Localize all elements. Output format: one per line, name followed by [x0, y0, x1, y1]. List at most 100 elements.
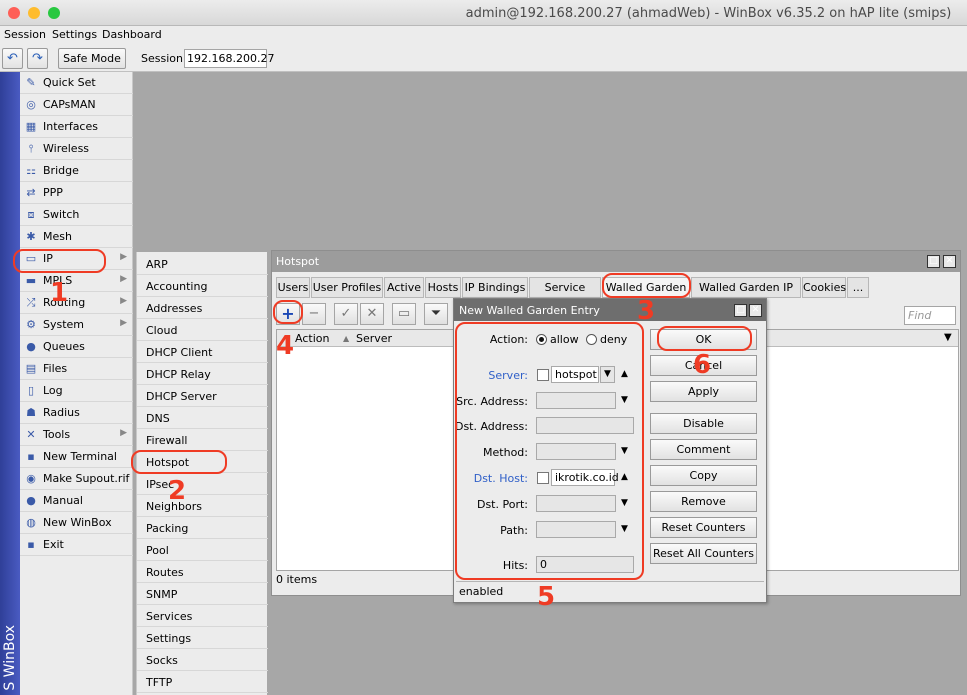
annotation-number-5: 5	[537, 582, 556, 612]
menu-item-radius[interactable]: ☗ Radius	[20, 402, 133, 424]
annotation-ring-hotspot	[131, 450, 227, 474]
capsman-icon: ◎	[26, 98, 36, 111]
annotation-ring-add	[273, 300, 303, 324]
submenu-item-dns[interactable]: DNS	[137, 407, 268, 429]
menu-item-quick-set[interactable]: ✎ Quick Set	[20, 72, 133, 94]
minimize-window-icon[interactable]	[28, 7, 40, 19]
tab-ip-bindings[interactable]: IP Bindings	[462, 277, 528, 298]
menu-item-interfaces[interactable]: ▦ Interfaces	[20, 116, 133, 138]
menu-item-mesh[interactable]: ✱ Mesh	[20, 226, 133, 248]
menu-item-bridge[interactable]: ⚏ Bridge	[20, 160, 133, 182]
tab-user-profiles[interactable]: User Profiles	[311, 277, 383, 298]
menu-item-make-supout-rif[interactable]: ◉ Make Supout.rif	[20, 468, 133, 490]
disable-button[interactable]: Disable	[650, 413, 757, 434]
close-window-icon[interactable]	[8, 7, 20, 19]
maximize-icon[interactable]: □	[927, 255, 940, 268]
session-field[interactable]: 192.168.200.27	[184, 49, 274, 68]
reset-counters-button[interactable]: Reset Counters	[650, 517, 757, 538]
menu-item-system[interactable]: ⚙ System ▶	[20, 314, 133, 336]
remove-button[interactable]: Remove	[650, 491, 757, 512]
sort-icon: ▲	[343, 334, 350, 343]
tab-cookies[interactable]: Cookies	[802, 277, 846, 298]
terminal-icon: ▪	[27, 450, 35, 463]
find-input[interactable]: Find	[904, 306, 956, 325]
menu-item-queues[interactable]: ● Queues	[20, 336, 133, 358]
menu-dashboard[interactable]: Dashboard	[102, 28, 162, 41]
safe-mode-button[interactable]: Safe Mode	[58, 48, 126, 69]
comment-icon[interactable]: ▭	[392, 303, 416, 325]
submenu-item-snmp[interactable]: SNMP	[137, 583, 268, 605]
submenu-item-services[interactable]: Services	[137, 605, 268, 627]
menu-item-log[interactable]: ▯ Log	[20, 380, 133, 402]
menu-item-wireless[interactable]: ⫯ Wireless	[20, 138, 133, 160]
dialog-title-bar[interactable]: New Walled Garden Entry □ ✕	[454, 299, 766, 321]
menu-item-label: Queues	[43, 340, 85, 353]
menu-item-files[interactable]: ▤ Files	[20, 358, 133, 380]
menu-bar: Session Settings Dashboard	[0, 26, 967, 44]
submenu-item-dhcp-server[interactable]: DHCP Server	[137, 385, 268, 407]
tab-service-ports[interactable]: Service Ports	[529, 277, 601, 313]
submenu-item-label: Pool	[146, 544, 169, 557]
menu-item-new-winbox[interactable]: ◍ New WinBox	[20, 512, 133, 534]
submenu-item-accounting[interactable]: Accounting	[137, 275, 268, 297]
reset-all-counters-button[interactable]: Reset All Counters	[650, 543, 757, 564]
submenu-item-packing[interactable]: Packing	[137, 517, 268, 539]
menu-item-manual[interactable]: ● Manual	[20, 490, 133, 512]
radius-icon: ☗	[26, 406, 36, 419]
submenu-item-addresses[interactable]: Addresses	[137, 297, 268, 319]
menu-item-tools[interactable]: ✕ Tools ▶	[20, 424, 133, 446]
menu-item-label: Files	[43, 362, 68, 375]
submenu-item-settings[interactable]: Settings	[137, 627, 268, 649]
menu-session[interactable]: Session	[4, 28, 46, 41]
comment-button[interactable]: Comment	[650, 439, 757, 460]
submenu-item-arp[interactable]: ARP	[137, 253, 268, 275]
columns-dropdown-icon[interactable]: ▼	[944, 332, 952, 343]
tab-walled-garden-ip-list[interactable]: Walled Garden IP List	[691, 277, 801, 313]
quick-set-icon: ✎	[26, 76, 36, 89]
close-icon[interactable]: ✕	[749, 304, 762, 317]
undo-icon[interactable]: ↶	[2, 48, 23, 69]
zoom-window-icon[interactable]	[48, 7, 60, 19]
menu-item-new-terminal[interactable]: ▪ New Terminal	[20, 446, 133, 468]
menu-item-switch[interactable]: ⧈ Switch	[20, 204, 133, 226]
menu-item-capsman[interactable]: ◎ CAPsMAN	[20, 94, 133, 116]
maximize-icon[interactable]: □	[734, 304, 747, 317]
enable-icon[interactable]: ✓	[334, 303, 358, 325]
menu-item-routing[interactable]: ⤮ Routing ▶	[20, 292, 133, 314]
filter-icon[interactable]: ⏷	[424, 303, 448, 325]
remove-icon[interactable]: −	[302, 303, 326, 325]
copy-button[interactable]: Copy	[650, 465, 757, 486]
apply-button[interactable]: Apply	[650, 381, 757, 402]
submenu-item-label: Socks	[146, 654, 178, 667]
submenu-item-cloud[interactable]: Cloud	[137, 319, 268, 341]
tab-[interactable]: ...	[847, 277, 869, 298]
menu-item-exit[interactable]: ▪ Exit	[20, 534, 133, 556]
menu-item-ppp[interactable]: ⇄ PPP	[20, 182, 133, 204]
hotspot-title-bar[interactable]: Hotspot □ ✕	[272, 251, 960, 272]
redo-icon[interactable]: ↷	[27, 48, 48, 69]
submenu-item-ipsec[interactable]: IPsec	[137, 473, 268, 495]
hotspot-title: Hotspot	[276, 255, 320, 268]
column-action[interactable]: Action	[295, 332, 329, 345]
submenu-item-dhcp-relay[interactable]: DHCP Relay	[137, 363, 268, 385]
close-icon[interactable]: ✕	[943, 255, 956, 268]
tab-users[interactable]: Users	[276, 277, 310, 298]
submenu-item-tftp[interactable]: TFTP	[137, 671, 268, 693]
menu-settings[interactable]: Settings	[52, 28, 97, 41]
annotation-number-3: 3	[637, 296, 656, 326]
submenu-item-label: Services	[146, 610, 193, 623]
annotation-number-6: 6	[693, 350, 712, 380]
disable-icon[interactable]: ✕	[360, 303, 384, 325]
submenu-item-dhcp-client[interactable]: DHCP Client	[137, 341, 268, 363]
submenu-arrow-icon: ▶	[120, 252, 127, 262]
submenu-item-firewall[interactable]: Firewall	[137, 429, 268, 451]
submenu-item-pool[interactable]: Pool	[137, 539, 268, 561]
menu-item-mpls[interactable]: ▬ MPLS ▶	[20, 270, 133, 292]
tab-active[interactable]: Active	[384, 277, 424, 298]
column-server[interactable]: Server	[356, 332, 392, 345]
submenu-item-routes[interactable]: Routes	[137, 561, 268, 583]
submenu-item-neighbors[interactable]: Neighbors	[137, 495, 268, 517]
submenu-item-label: ARP	[146, 258, 168, 271]
tab-hosts[interactable]: Hosts	[425, 277, 461, 298]
submenu-item-socks[interactable]: Socks	[137, 649, 268, 671]
